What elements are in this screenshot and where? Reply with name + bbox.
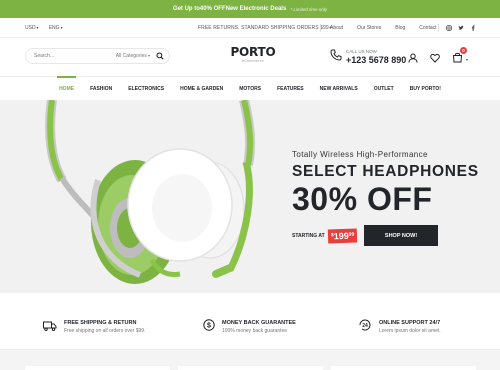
feature-online-support: 24 ONLINE SUPPORT 24/7 Lorem ipsum dolor… [358,318,441,336]
headphones-image [45,100,256,284]
feature-title: MONEY BACK GUARANTEE [222,320,296,326]
nav-item-home[interactable]: HOME [51,76,82,100]
language-dropdown[interactable]: ENG [49,25,63,31]
promo-highlight: 40% OFF [199,6,226,12]
nav-item-fashion[interactable]: FASHION [82,77,120,100]
link-blog[interactable]: Blog [395,25,405,31]
shop-now-button[interactable]: SHOP NOW! [364,225,439,246]
nav-item-new-arrivals[interactable]: NEW ARRIVALS [312,77,366,100]
feature-desc: Free shipping on all orders over $99. [64,328,146,334]
link-about[interactable]: About [330,25,343,31]
svg-text:$: $ [207,323,211,330]
chevron-down-icon[interactable]: ▾ [466,57,468,62]
nav-item-motors[interactable]: MOTORS [231,77,269,100]
next-section [0,350,500,370]
facebook-icon[interactable] [470,24,476,31]
main-nav: HOME FASHION ELECTRONICS HOME & GARDEN M… [0,76,500,100]
hero-heading: SELECT HEADPHONES [292,163,479,180]
site-header: Search... All Categories PORTO eCommerce… [0,38,500,76]
wishlist-heart-icon[interactable] [430,50,440,68]
phone-icon [330,48,342,66]
feature-title: FREE SHIPPING & RETURN [64,320,137,326]
search-bar[interactable]: Search... All Categories [25,48,170,64]
instagram-icon[interactable] [446,24,452,31]
feature-desc: 100% money back guarantee [222,328,288,334]
category-select[interactable]: All Categories [116,53,150,59]
top-utility-bar: USD ENG FREE RETURNS. STANDARD SHIPPING … [0,18,500,38]
hero-subtitle: Totally Wireless High-Performance [292,150,428,159]
divider [438,24,439,32]
call-us[interactable]: CALL US NOW +123 5678 890 [330,48,406,66]
nav-item-buy-porto[interactable]: BUY PORTO! [402,77,449,100]
promo-text-after: New Electronic Deals [225,6,287,12]
starting-at-label: STARTING AT [292,232,325,239]
price-tag: $199 99 [327,227,358,244]
hero-copy: Totally Wireless High-Performance SELECT… [292,150,479,246]
logo-text: PORTO [230,45,276,59]
truck-icon [43,318,57,336]
price-main: 199 [333,230,349,241]
site-logo[interactable]: PORTO eCommerce [228,46,278,63]
price-cents: 99 [348,231,355,238]
nav-item-home-garden[interactable]: HOME & GARDEN [172,77,231,100]
feature-money-back: $ MONEY BACK GUARANTEE 100% money back g… [203,318,296,336]
hero-banner[interactable]: Totally Wireless High-Performance SELECT… [0,100,500,293]
nav-item-features[interactable]: FEATURES [269,77,312,100]
link-contact[interactable]: Contact [419,25,436,31]
section-card [178,366,323,370]
feature-desc: Lorem ipsum dolor sit amet. [379,328,441,334]
nav-item-outlet[interactable]: OUTLET [366,77,402,100]
svg-text:24: 24 [362,323,368,329]
user-icon[interactable] [408,50,418,68]
promo-fine-print: * Limited time only [290,6,328,12]
search-icon[interactable] [154,50,166,62]
shipping-notice: FREE RETURNS. STANDARD SHIPPING ORDERS $… [198,24,332,31]
support-24-icon: 24 [358,318,372,336]
divider [320,24,321,32]
feature-free-shipping: FREE SHIPPING & RETURN Free shipping on … [43,318,145,336]
features-row: FREE SHIPPING & RETURN Free shipping on … [0,293,500,350]
search-input[interactable]: Search... [34,53,116,59]
promo-bar[interactable]: Get Up to 40% OFF New Electronic Deals *… [0,0,500,18]
cart-count-badge: 0 [460,47,467,54]
section-card [331,366,476,370]
section-card [25,366,170,370]
hero-discount: 30% OFF [292,181,433,217]
feature-title: ONLINE SUPPORT 24/7 [379,320,441,326]
link-our-stores[interactable]: Our Stores [357,25,381,31]
twitter-icon[interactable] [458,25,464,31]
currency-dropdown[interactable]: USD [25,25,39,31]
logo-subtext: eCommerce [242,59,264,63]
promo-text: Get Up to [172,6,200,12]
phone-number: +123 5678 890 [346,55,407,65]
money-icon: $ [203,318,215,336]
nav-item-electronics[interactable]: ELECTRONICS [120,77,172,100]
cart-button[interactable]: 0 [452,47,467,68]
